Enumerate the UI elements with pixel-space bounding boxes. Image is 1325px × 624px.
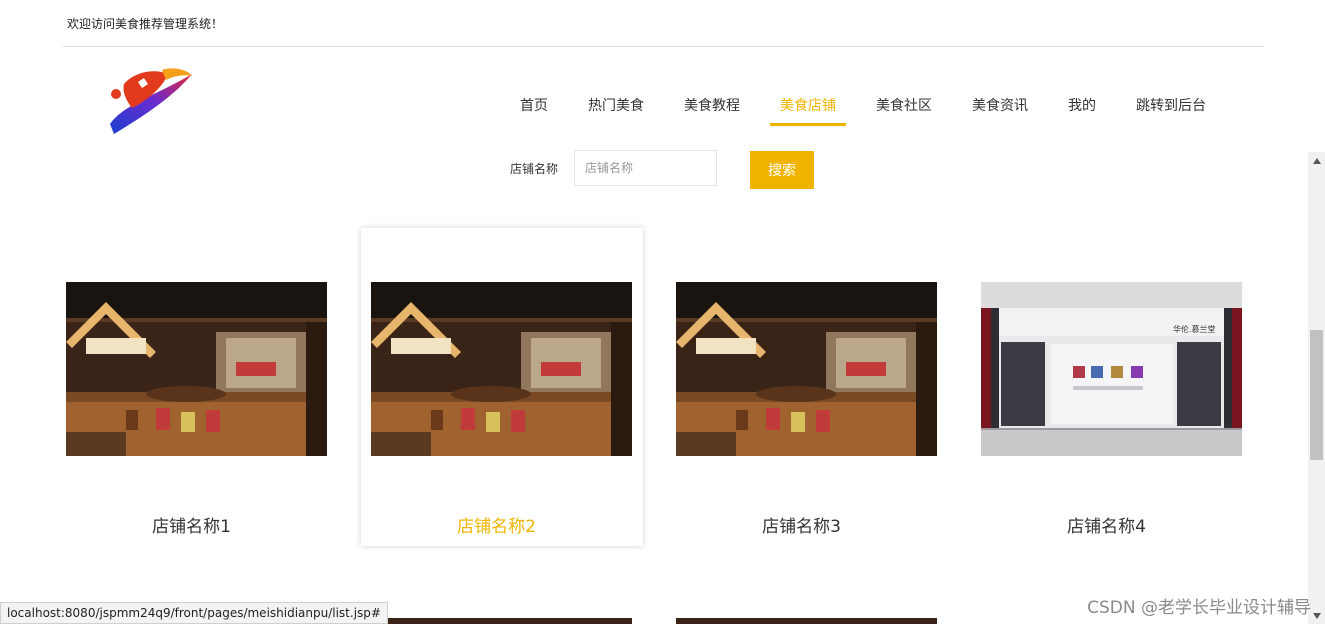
welcome-text: 欢迎访问美食推荐管理系统！ (67, 17, 224, 31)
shop-name-search-input[interactable] (574, 150, 717, 186)
next-row-image (676, 618, 937, 624)
shop-name[interactable]: 店铺名称3 (671, 512, 932, 537)
scroll-up-arrow-icon[interactable] (1308, 152, 1325, 169)
top-bar: 欢迎访问美食推荐管理系统！ (63, 0, 1264, 47)
shop-name[interactable]: 店铺名称4 (976, 512, 1237, 537)
shop-image[interactable] (676, 282, 937, 456)
shop-image[interactable]: 华伦.慕兰堂 (981, 282, 1242, 456)
shop-name[interactable]: 店铺名称1 (61, 512, 322, 537)
next-row-image (371, 618, 632, 624)
nav-food-tutorials[interactable]: 美食教程 (674, 94, 750, 126)
shop-card[interactable]: 店铺名称2 (361, 228, 643, 546)
page-scrollbar[interactable] (1308, 152, 1325, 624)
nav-food-news[interactable]: 美食资讯 (962, 94, 1038, 126)
main-nav: 首页 热门美食 美食教程 美食店铺 美食社区 美食资讯 我的 跳转到后台 (510, 94, 1236, 126)
nav-mine[interactable]: 我的 (1058, 94, 1106, 126)
nav-home[interactable]: 首页 (510, 94, 558, 126)
search-button[interactable]: 搜索 (750, 151, 814, 189)
nav-food-shops[interactable]: 美食店铺 (770, 94, 846, 126)
nav-admin[interactable]: 跳转到后台 (1126, 94, 1216, 126)
storefront-sign: 华伦.慕兰堂 (1173, 325, 1216, 334)
shop-image[interactable] (66, 282, 327, 456)
browser-status-url: localhost:8080/jspmm24q9/front/pages/mei… (0, 602, 388, 624)
nav-hot-food[interactable]: 热门美食 (578, 94, 654, 126)
search-label: 店铺名称 (510, 162, 559, 176)
scroll-thumb[interactable] (1310, 330, 1323, 460)
shop-card[interactable]: 华伦.慕兰堂 店铺名称4 (976, 228, 1258, 546)
site-logo[interactable] (104, 64, 196, 136)
nav-food-community[interactable]: 美食社区 (866, 94, 942, 126)
shop-image[interactable] (371, 282, 632, 456)
shop-card[interactable]: 店铺名称3 (671, 228, 953, 546)
watermark-text: CSDN @老学长毕业设计辅导 (1087, 598, 1311, 618)
shop-name[interactable]: 店铺名称2 (366, 512, 627, 537)
shop-card[interactable]: 店铺名称1 (61, 228, 343, 546)
